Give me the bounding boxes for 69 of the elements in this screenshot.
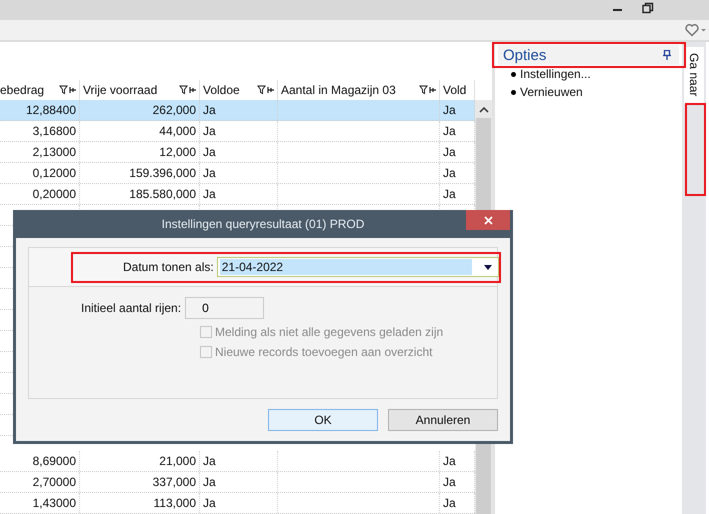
option-link[interactable]: Instellingen... <box>520 67 591 81</box>
input-field[interactable]: 0 <box>185 297 264 319</box>
table-cell: Ja <box>203 166 216 180</box>
date-format-dropdown[interactable]: 21-04-2022 <box>216 257 499 277</box>
filter-pin-icon[interactable] <box>59 85 77 95</box>
table-cell: 337,000 <box>152 475 196 489</box>
table-cell: Ja <box>203 145 216 159</box>
table-row[interactable]: 1,43000 113,000 Ja Ja <box>0 493 475 514</box>
table-cell: 12,88400 <box>26 103 76 117</box>
table-cell: 113,000 <box>154 496 196 510</box>
dialog-button[interactable]: Annuleren <box>388 409 498 431</box>
side-tab[interactable]: Ga naar <box>684 47 704 104</box>
panel-title: Opties <box>503 46 546 64</box>
table-cell: 2,13000 <box>32 145 76 159</box>
field-label: Datum tonen als: <box>123 260 214 274</box>
table-cell: 8,69000 <box>32 454 76 468</box>
bullet-icon <box>511 72 516 76</box>
table-cell: 2,70000 <box>32 475 76 489</box>
filter-pin-icon[interactable] <box>179 85 197 95</box>
table-cell: 185.580,000 <box>129 187 196 201</box>
table-cell: Ja <box>203 103 216 117</box>
table-cell: 44,000 <box>159 124 196 138</box>
table-cell: 0,20000 <box>32 187 76 201</box>
table-row[interactable]: 12,88400 262,000 Ja Ja <box>0 100 475 121</box>
table-cell: Ja <box>443 454 456 468</box>
table-cell: Ja <box>443 187 456 201</box>
column-header[interactable]: Voldoe <box>203 83 240 97</box>
filter-pin-icon[interactable] <box>419 85 437 95</box>
dialog-title: Instellingen queryresultaat (01) PROD <box>162 217 364 231</box>
table-cell: Ja <box>203 124 216 138</box>
column-header[interactable]: ebedrag <box>0 83 44 97</box>
table-row[interactable]: 0,20000 185.580,000 Ja Ja <box>0 184 475 205</box>
filter-pin-icon[interactable] <box>257 85 275 95</box>
option-link[interactable]: Vernieuwen <box>520 85 583 99</box>
close-button[interactable] <box>466 210 510 230</box>
table-cell: 3,16800 <box>32 124 76 138</box>
pin-icon[interactable] <box>663 50 671 60</box>
table-row[interactable]: 8,69000 21,000 Ja Ja <box>0 451 475 472</box>
heart-icon[interactable] <box>685 23 707 37</box>
dropdown-icon <box>484 264 492 270</box>
table-cell: Ja <box>443 475 456 489</box>
table-cell: 12,000 <box>159 145 196 159</box>
column-header[interactable]: Vold <box>443 83 466 97</box>
column-header[interactable]: Vrije voorraad <box>83 83 158 97</box>
table-cell: 21,000 <box>159 454 196 468</box>
table-cell: Ja <box>443 145 456 159</box>
table-cell: Ja <box>203 187 216 201</box>
table-cell: Ja <box>443 124 456 138</box>
table-cell: Ja <box>443 496 456 510</box>
column-header[interactable]: Aantal in Magazijn 03 <box>281 83 396 97</box>
restore-icon[interactable] <box>642 2 654 14</box>
field-label: Initieel aantal rijen: <box>81 301 182 315</box>
scroll-up-icon[interactable] <box>478 106 488 113</box>
bullet-icon <box>511 90 516 94</box>
dialog-button[interactable]: OK <box>268 409 378 431</box>
table-row[interactable]: 3,16800 44,000 Ja Ja <box>0 121 475 142</box>
table-cell: Ja <box>443 103 456 117</box>
table-cell: Ja <box>203 454 216 468</box>
table-row[interactable]: 2,70000 337,000 Ja Ja <box>0 472 475 493</box>
table-row[interactable]: 2,13000 12,000 Ja Ja <box>0 142 475 163</box>
table-cell: 262,000 <box>152 103 196 117</box>
table-cell: 159.396,000 <box>129 166 196 180</box>
table-cell: 0,12000 <box>32 166 76 180</box>
close-icon <box>484 216 492 224</box>
table-row[interactable]: 0,12000 159.396,000 Ja Ja <box>0 163 475 184</box>
table-cell: Ja <box>443 166 456 180</box>
table-cell: Ja <box>203 475 216 489</box>
table-cell: Ja <box>203 496 216 510</box>
table-cell: 1,43000 <box>32 496 76 510</box>
